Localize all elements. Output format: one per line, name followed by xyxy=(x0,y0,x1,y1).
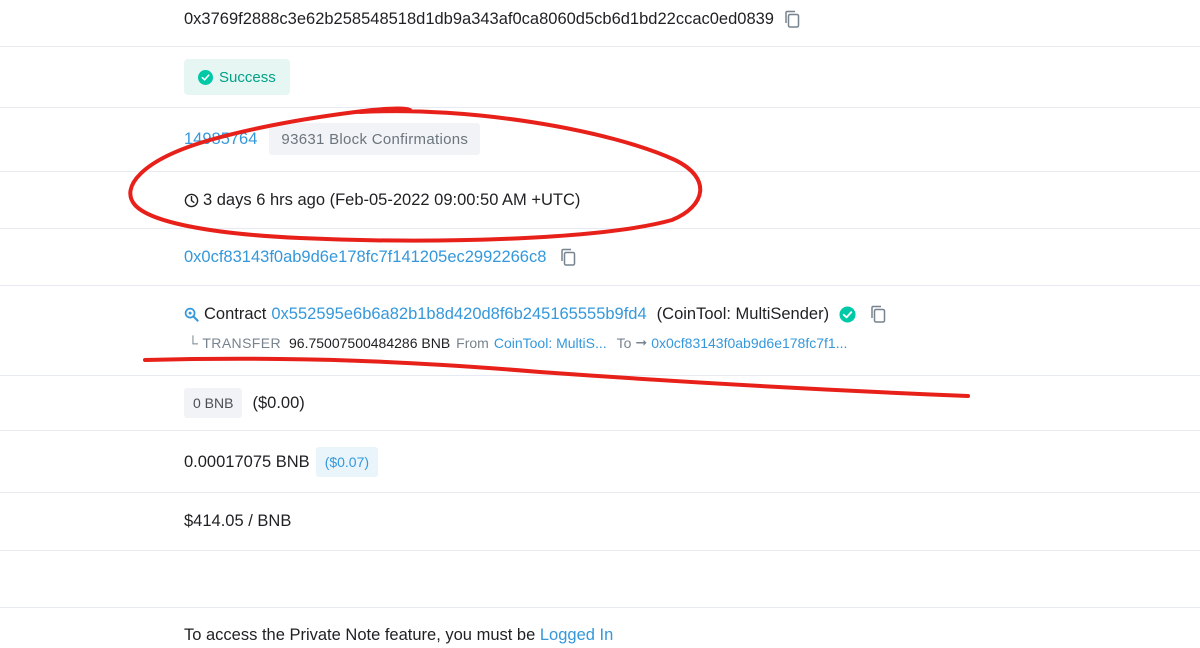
row-divider xyxy=(0,285,1200,286)
block-confirmations-badge: 93631 Block Confirmations xyxy=(269,123,481,155)
magnifier-icon xyxy=(184,307,199,322)
row-divider xyxy=(0,228,1200,229)
fee-amount: 0.00017075 BNB xyxy=(184,452,310,471)
row-divider xyxy=(0,492,1200,493)
transfer-to-link[interactable]: 0x0cf83143f0ab9d6e178fc7f1... xyxy=(651,335,847,351)
copy-icon[interactable] xyxy=(870,305,888,323)
private-note-row: To access the Private Note feature, you … xyxy=(184,624,613,646)
tx-hash-row: 0x3769f2888c3e62b258548518d1db9a343af0ca… xyxy=(184,8,802,30)
row-divider xyxy=(0,375,1200,376)
row-divider xyxy=(0,107,1200,108)
copy-icon[interactable] xyxy=(560,248,578,266)
from-row: 0x0cf83143f0ab9d6e178fc7f141205ec2992266… xyxy=(184,246,578,268)
row-divider xyxy=(0,171,1200,172)
private-note-text: To access the Private Note feature, you … xyxy=(184,625,540,644)
row-divider xyxy=(0,46,1200,47)
contract-name: (CoinTool: MultiSender) xyxy=(656,304,830,323)
timestamp-text: 3 days 6 hrs ago (Feb-05-2022 09:00:50 A… xyxy=(203,190,581,209)
clock-icon xyxy=(184,193,199,208)
internal-transfer-row: └ TRANSFER 96.75007500484286 BNB From Co… xyxy=(188,334,847,351)
gas-price-value: $414.05 / BNB xyxy=(184,511,292,530)
row-divider xyxy=(0,430,1200,431)
status-label: Success xyxy=(219,68,276,86)
value-badge: 0 BNB xyxy=(184,388,243,418)
transfer-amount: 96.75007500484286 BNB xyxy=(289,334,451,351)
contract-address-link[interactable]: 0x552595e6b6a82b1b8d420d8f6b245165555b9f… xyxy=(271,305,646,324)
from-address-link[interactable]: 0x0cf83143f0ab9d6e178fc7f141205ec2992266… xyxy=(184,248,546,267)
block-number-link[interactable]: 14985764 xyxy=(184,130,257,149)
logged-in-link[interactable]: Logged In xyxy=(540,626,613,645)
transfer-from-link[interactable]: CoinTool: MultiS... xyxy=(494,335,607,351)
value-row: 0 BNB ($0.00) xyxy=(184,388,305,418)
transfer-label: └ TRANSFER xyxy=(188,334,282,351)
value-usd: ($0.00) xyxy=(252,393,305,412)
transfer-from-label: From xyxy=(456,334,489,351)
status-badge: Success xyxy=(184,59,290,95)
transfer-to-label: To xyxy=(616,334,632,351)
fee-usd-badge: ($0.07) xyxy=(315,447,379,477)
to-row: Contract 0x552595e6b6a82b1b8d420d8f6b245… xyxy=(184,303,888,325)
check-circle-icon xyxy=(198,69,213,85)
arrow-right-icon: ➞ xyxy=(635,334,648,350)
verified-check-circle-icon xyxy=(839,305,856,323)
contract-prefix: Contract xyxy=(204,304,267,323)
status-row: Success xyxy=(184,59,290,95)
block-row: 14985764 93631 Block Confirmations xyxy=(184,123,481,155)
row-divider xyxy=(0,550,1200,551)
fee-row: 0.00017075 BNB ($0.07) xyxy=(184,447,379,477)
row-divider xyxy=(0,607,1200,608)
tx-hash-value: 0x3769f2888c3e62b258548518d1db9a343af0ca… xyxy=(184,9,774,28)
gas-price-row: $414.05 / BNB xyxy=(184,510,291,532)
timestamp-row: 3 days 6 hrs ago (Feb-05-2022 09:00:50 A… xyxy=(184,189,580,211)
copy-icon[interactable] xyxy=(784,10,802,28)
